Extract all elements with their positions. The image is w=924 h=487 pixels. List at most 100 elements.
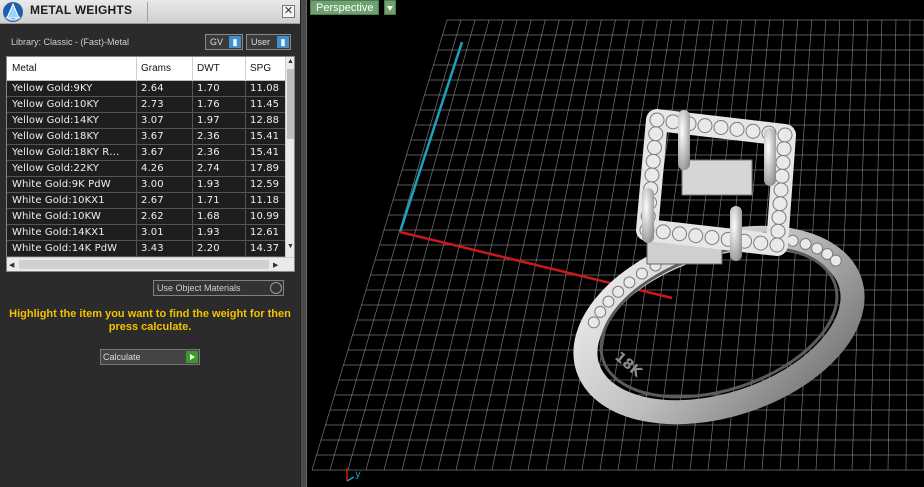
stone xyxy=(612,285,625,298)
viewport-scene[interactable]: 18K y xyxy=(307,0,924,487)
vertical-scrollbar[interactable]: ▲ ▼ xyxy=(285,57,294,257)
cell-metal: Yellow Gold:22KY xyxy=(12,163,99,174)
cell-metal: White Gold:10KW xyxy=(12,211,101,222)
gv-dropdown[interactable]: GV ▮ xyxy=(205,34,243,50)
cell-dwt: 2.36 xyxy=(197,131,220,142)
scroll-up-icon[interactable]: ▲ xyxy=(287,58,294,65)
prong xyxy=(730,206,742,261)
instruction-text: Highlight the item you want to find the … xyxy=(9,308,291,333)
scroll-right-icon[interactable]: ▶ xyxy=(273,261,278,269)
stone xyxy=(594,305,607,318)
radio-icon[interactable] xyxy=(270,282,282,294)
cell-dwt: 2.20 xyxy=(197,243,220,254)
cell-dwt: 1.76 xyxy=(197,99,220,110)
horizontal-scroll-thumb[interactable] xyxy=(19,260,269,269)
cell-grams: 3.00 xyxy=(141,179,164,190)
column-header-dwt[interactable]: DWT xyxy=(197,63,220,74)
ring-model[interactable]: 18K xyxy=(563,109,875,444)
stone xyxy=(745,123,761,139)
ring-engraving: 18K xyxy=(611,349,645,381)
stone xyxy=(645,153,661,169)
user-dropdown-label: User xyxy=(251,37,271,47)
scroll-left-icon[interactable]: ◀ xyxy=(9,261,14,269)
close-button[interactable]: ✕ xyxy=(282,5,295,18)
stone xyxy=(602,295,615,308)
prong xyxy=(678,110,690,170)
stone xyxy=(811,242,824,255)
play-icon[interactable] xyxy=(186,351,198,363)
prong xyxy=(642,188,654,243)
column-header-metal[interactable]: Metal xyxy=(12,63,36,74)
calculate-control[interactable]: Calculate xyxy=(100,349,200,365)
cell-grams: 2.64 xyxy=(141,83,164,94)
perspective-viewport[interactable]: 18K y Perspective xyxy=(307,0,924,487)
table-row[interactable]: Yellow Gold:14KY 3.07 1.97 12.88 xyxy=(7,113,286,129)
table-row[interactable]: Yellow Gold:10KY 2.73 1.76 11.45 xyxy=(7,97,286,113)
stone xyxy=(774,168,790,184)
y-axis-line xyxy=(398,41,464,233)
panel-title: METAL WEIGHTS xyxy=(30,3,133,17)
column-header-spg[interactable]: SPG xyxy=(250,63,271,74)
column-divider[interactable] xyxy=(136,57,137,81)
stone xyxy=(772,196,788,212)
scroll-down-icon[interactable]: ▼ xyxy=(287,243,294,250)
stone xyxy=(648,126,664,142)
column-divider[interactable] xyxy=(192,57,193,81)
column-header-grams[interactable]: Grams xyxy=(141,63,171,74)
metal-table: Metal Grams DWT SPG Yellow Gold:9KY 2.64 1… xyxy=(6,56,295,272)
library-label: Library: Classic - (Fast)-Metal xyxy=(11,37,130,47)
cell-grams: 2.62 xyxy=(141,211,164,222)
cell-metal: White Gold:9K PdW xyxy=(12,179,111,190)
cell-dwt: 1.93 xyxy=(197,227,220,238)
table-header: Metal Grams DWT SPG xyxy=(7,57,286,81)
stone xyxy=(587,316,600,329)
table-row[interactable]: Yellow Gold:18KY 3.67 2.36 15.41 xyxy=(7,129,286,145)
cell-spg: 15.41 xyxy=(250,147,280,158)
cell-grams: 3.07 xyxy=(141,115,164,126)
viewport-menu-dropdown[interactable] xyxy=(384,0,396,15)
stone xyxy=(769,237,785,253)
cell-spg: 17.89 xyxy=(250,163,280,174)
table-row[interactable]: White Gold:9K PdW 3.00 1.93 12.59 xyxy=(7,177,286,193)
table-row[interactable]: Yellow Gold:22KY 4.26 2.74 17.89 xyxy=(7,161,286,177)
cell-dwt: 1.70 xyxy=(197,83,220,94)
horizontal-scrollbar[interactable]: ◀ ▶ xyxy=(7,257,294,271)
cell-spg: 11.08 xyxy=(250,83,280,94)
viewport-view-label[interactable]: Perspective xyxy=(310,0,380,15)
use-object-materials-label: Use Object Materials xyxy=(157,283,241,293)
column-divider[interactable] xyxy=(245,57,246,81)
cell-dwt: 1.71 xyxy=(197,195,220,206)
stone xyxy=(713,120,729,135)
cell-spg: 10.99 xyxy=(250,211,280,222)
stone xyxy=(729,121,745,137)
stone xyxy=(775,155,791,170)
cell-spg: 11.45 xyxy=(250,99,280,110)
cell-grams: 3.43 xyxy=(141,243,164,254)
panel-splitter[interactable] xyxy=(300,0,307,487)
gv-dropdown-label: GV xyxy=(210,37,224,47)
cell-spg: 15.41 xyxy=(250,131,280,142)
cell-dwt: 2.36 xyxy=(197,147,220,158)
table-row[interactable]: White Gold:14KX1 3.01 1.93 12.61 xyxy=(7,225,286,241)
stone xyxy=(776,141,792,157)
cell-grams: 3.67 xyxy=(141,131,164,142)
table-row[interactable]: Yellow Gold:18KY R… 3.67 2.36 15.41 xyxy=(7,145,286,161)
user-dropdown[interactable]: User ▮ xyxy=(246,34,291,50)
stone xyxy=(829,254,842,267)
cell-spg: 12.88 xyxy=(250,115,280,126)
table-row[interactable]: White Gold:14K PdW 3.43 2.20 14.37 xyxy=(7,241,286,257)
table-row[interactable]: White Gold:10KW 2.62 1.68 10.99 xyxy=(7,209,286,225)
table-row[interactable]: White Gold:10KX1 2.67 1.71 11.18 xyxy=(7,193,286,209)
cell-dwt: 1.97 xyxy=(197,115,220,126)
cell-dwt: 2.74 xyxy=(197,163,220,174)
cell-metal: White Gold:14KX1 xyxy=(12,227,105,238)
stone xyxy=(655,224,671,240)
vertical-scroll-thumb[interactable] xyxy=(287,69,294,139)
use-object-materials-toggle[interactable]: Use Object Materials xyxy=(153,280,284,296)
table-row[interactable]: Yellow Gold:9KY 2.64 1.70 11.08 xyxy=(7,81,286,97)
cell-grams: 3.01 xyxy=(141,227,164,238)
stone xyxy=(771,210,787,225)
calculate-label: Calculate xyxy=(103,352,141,362)
metal-weights-panel: METAL WEIGHTS ✕ Library: Classic - (Fast… xyxy=(0,0,300,487)
stone xyxy=(688,228,704,244)
